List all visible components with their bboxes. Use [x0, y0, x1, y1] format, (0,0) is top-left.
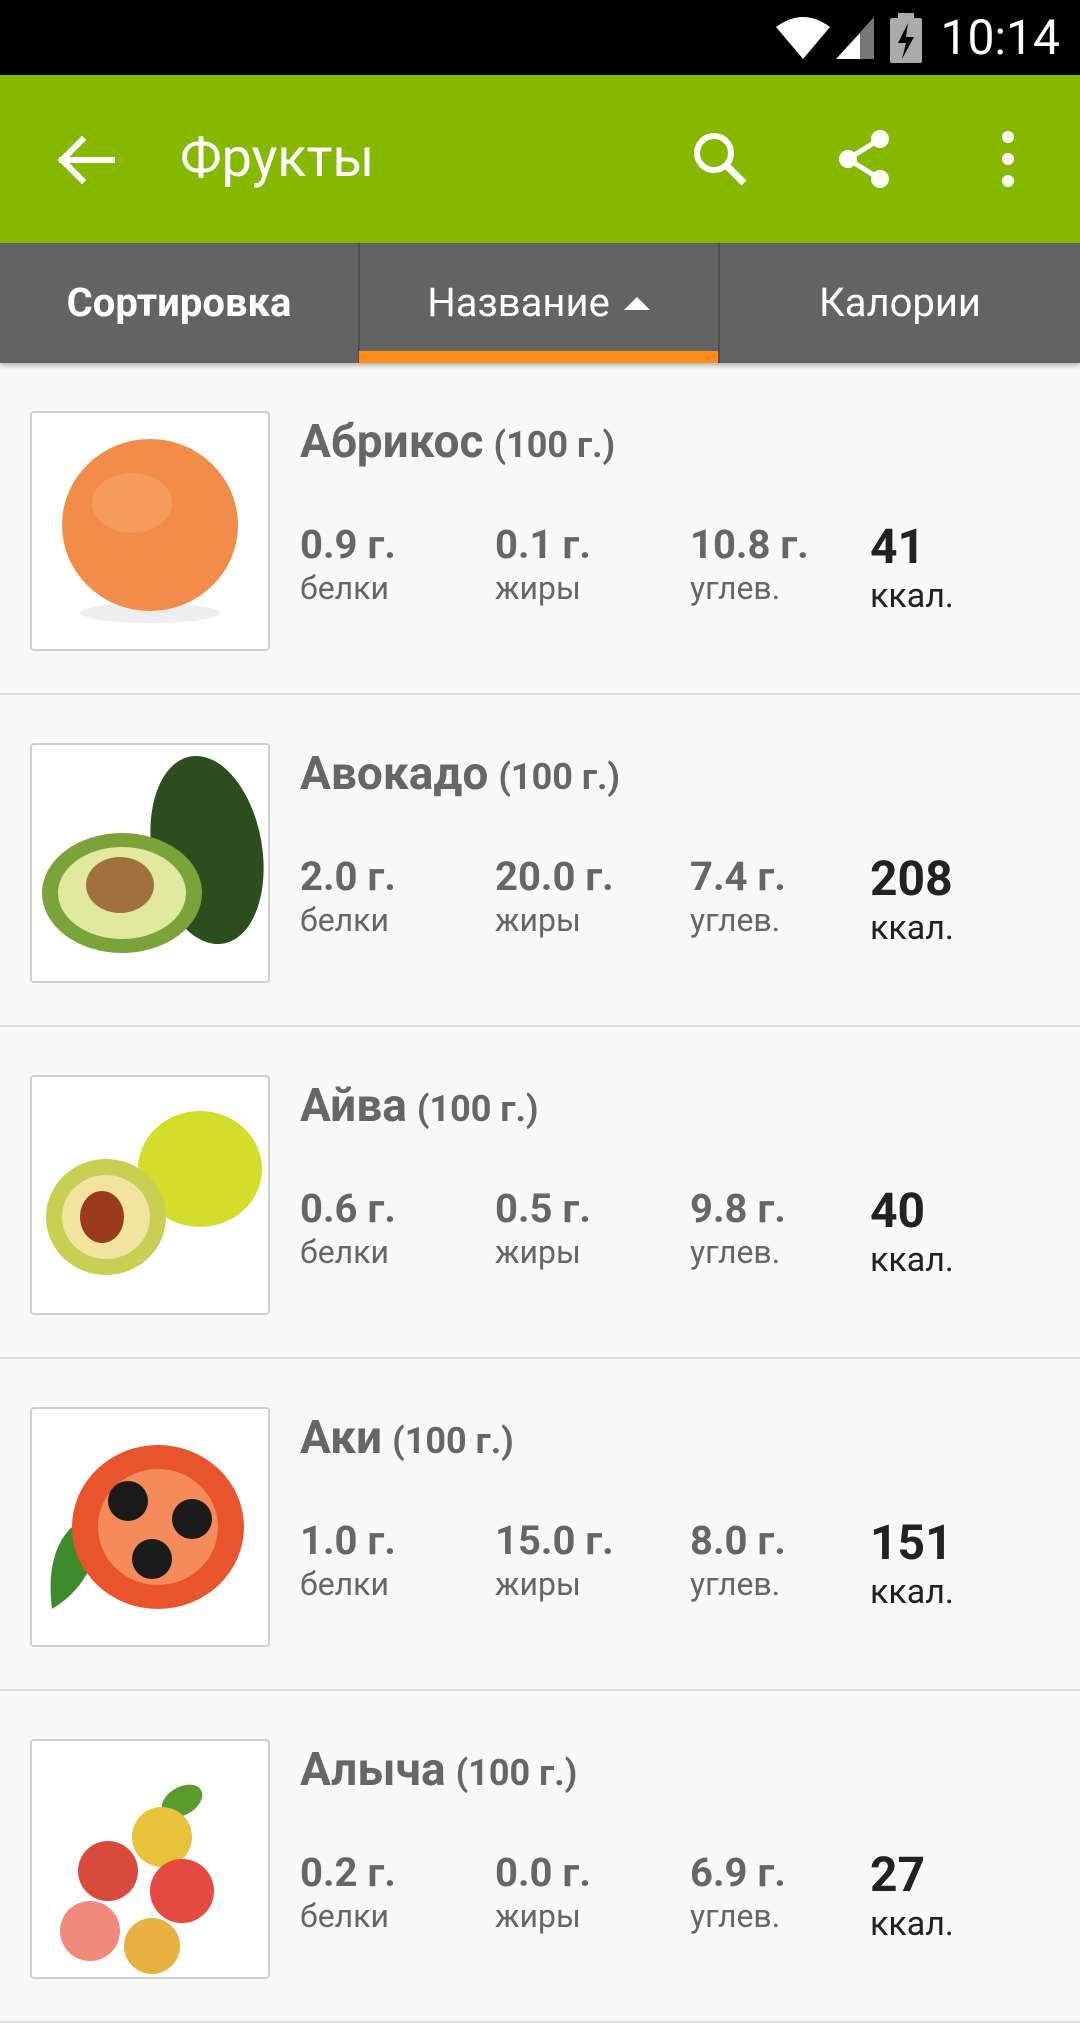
sort-tabs: Сортировка Название Калории: [0, 243, 1080, 363]
tab-sort-label: Сортировка: [66, 279, 292, 326]
status-icons: 10:14: [774, 0, 1080, 75]
list-item[interactable]: Алыча (100 г.) 0.2 г. белки 0.0 г. жиры 6.9…: [0, 1691, 1080, 2023]
fat: 15.0 г. жиры: [495, 1517, 614, 1604]
tab-name[interactable]: Название: [359, 243, 718, 363]
tab-name-label: Название: [427, 279, 610, 326]
carbs: 9.8 г. углев.: [690, 1185, 786, 1272]
protein: 0.6 г. белки: [300, 1185, 396, 1272]
food-name: Аки (100 г.): [300, 1411, 514, 1465]
search-button[interactable]: [680, 119, 760, 199]
food-name: Абрикос (100 г.): [300, 415, 616, 469]
list-item[interactable]: Аки (100 г.) 1.0 г. белки 15.0 г. жиры 8.0 …: [0, 1359, 1080, 1691]
fruit-image-ackee: [30, 1407, 270, 1647]
calories: 208 ккал.: [870, 850, 954, 949]
battery-charging-icon: [890, 12, 923, 63]
protein: 0.2 г. белки: [300, 1849, 396, 1936]
fat: 0.0 г. жиры: [495, 1849, 591, 1936]
arrow-left-icon: [57, 135, 115, 185]
calories: 151 ккал.: [870, 1514, 954, 1613]
fat: 0.5 г. жиры: [495, 1185, 591, 1272]
protein: 0.9 г. белки: [300, 521, 396, 608]
fruit-image-quince: [30, 1075, 270, 1315]
protein: 1.0 г. белки: [300, 1517, 396, 1604]
back-button[interactable]: [50, 125, 120, 195]
list-item[interactable]: Айва (100 г.) 0.6 г. белки 0.5 г. жиры 9.8 …: [0, 1027, 1080, 1359]
active-tab-indicator: [359, 351, 718, 363]
fruit-image-apricot: [30, 411, 270, 651]
carbs: 10.8 г. углев.: [690, 521, 809, 608]
share-icon: [839, 130, 889, 188]
list-item[interactable]: Авокадо (100 г.) 2.0 г. белки 20.0 г. жиры …: [0, 695, 1080, 1027]
list-item[interactable]: Абрикос (100 г.) 0.9 г. белки 0.1 г. жиры 1…: [0, 363, 1080, 695]
fruit-image-cherry-plum: [30, 1739, 270, 1979]
carbs: 7.4 г. углев.: [690, 853, 786, 940]
cell-signal-icon: [834, 15, 876, 61]
more-vert-icon: [1002, 131, 1014, 187]
fat: 20.0 г. жиры: [495, 853, 614, 940]
fat: 0.1 г. жиры: [495, 521, 591, 608]
carbs: 6.9 г. углев.: [690, 1849, 786, 1936]
app-bar: Фрукты: [0, 75, 1080, 243]
calories: 27 ккал.: [870, 1846, 954, 1945]
food-name: Айва (100 г.): [300, 1079, 539, 1133]
more-options-button[interactable]: [968, 119, 1048, 199]
food-name: Авокадо (100 г.): [300, 747, 621, 801]
share-button[interactable]: [824, 119, 904, 199]
tab-calories[interactable]: Калории: [720, 243, 1080, 363]
food-name: Алыча (100 г.): [300, 1743, 578, 1797]
page-title: Фрукты: [180, 127, 375, 190]
calories: 41 ккал.: [870, 518, 954, 617]
sort-ascending-icon: [623, 297, 650, 310]
protein: 2.0 г. белки: [300, 853, 396, 940]
search-icon: [694, 133, 747, 186]
calories: 40 ккал.: [870, 1182, 954, 1281]
food-list: Абрикос (100 г.) 0.9 г. белки 0.1 г. жиры 1…: [0, 363, 1080, 2023]
fruit-image-avocado: [30, 743, 270, 983]
clock: 10:14: [940, 9, 1060, 66]
wifi-icon: [774, 15, 832, 61]
carbs: 8.0 г. углев.: [690, 1517, 786, 1604]
status-bar: 10:14: [0, 0, 1080, 75]
